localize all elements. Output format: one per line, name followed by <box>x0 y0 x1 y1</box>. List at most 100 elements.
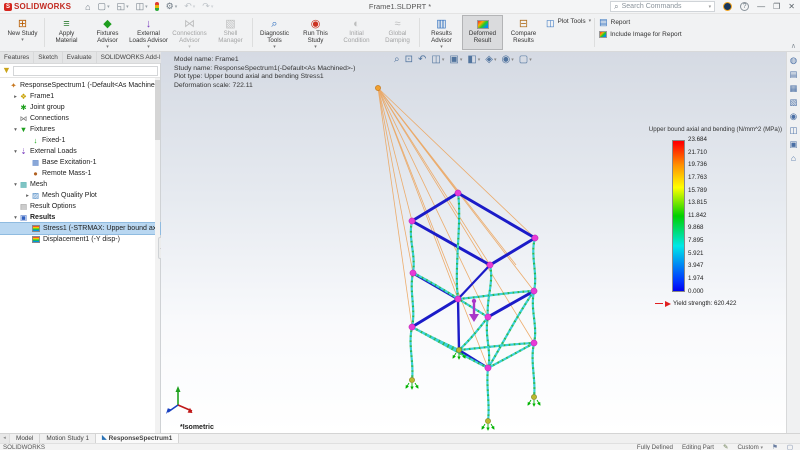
tree-item-mesh[interactable]: ▾▦Mesh <box>0 179 160 190</box>
open-icon[interactable]: ◱▾ <box>117 1 129 12</box>
tree-item-results[interactable]: ▾▣Results <box>0 212 160 223</box>
search-placeholder: Search Commands <box>622 3 706 10</box>
view-palette-icon[interactable]: ▧ <box>789 98 797 107</box>
legend-title: Upper bound axial and bending (N/mm^2 (M… <box>649 126 782 133</box>
run-this-study-button[interactable]: ◉ Run This Study ▾ <box>295 15 336 50</box>
sketch-state-icon: ✎ <box>723 443 728 450</box>
heads-up-view-toolbar: ⌕ ⊡ ↶ ◫▾ ▣▾ ◧▾ ◈▾ ◉▾ ▢▾ <box>394 54 532 65</box>
tree-item-frame1[interactable]: ▸❖Frame1 <box>0 91 160 102</box>
display-style-icon[interactable]: ◧▾ <box>467 54 480 65</box>
diagnostic-tools-button[interactable]: ⌕ Diagnostic Tools ▾ <box>254 15 295 50</box>
displacement-plot-icon <box>32 236 40 243</box>
apply-material-button[interactable]: ≡ Apply Material <box>46 15 87 50</box>
ribbon-collapse-chevron[interactable]: ∧ <box>791 42 796 50</box>
tree-item-fixed-1[interactable]: ↓Fixed-1 <box>0 135 160 146</box>
tree-item-fixtures[interactable]: ▾▼Fixtures <box>0 124 160 135</box>
save-icon[interactable]: ◫▾ <box>136 1 148 12</box>
remote-mass-icon: ● <box>31 169 40 178</box>
deformed-result-button[interactable]: Deformed Result <box>462 15 503 50</box>
undo-icon[interactable]: ↶▾ <box>184 1 195 12</box>
remote-mass-point <box>375 85 380 90</box>
tab-motion-study-1[interactable]: Motion Study 1 <box>40 434 96 443</box>
tree-item-stress1[interactable]: Stress1 (-STRMAX: Upper bound axial and … <box>0 223 160 234</box>
zoom-to-fit-icon[interactable]: ⌕ <box>394 54 400 65</box>
search-caret-icon[interactable]: ▾ <box>709 4 712 10</box>
tree-item-mesh-quality-plot[interactable]: ▸▨Mesh Quality Plot <box>0 190 160 201</box>
close-button[interactable]: ✕ <box>788 2 795 11</box>
view-settings-icon[interactable]: ▢▾ <box>519 54 532 65</box>
study-tab-icon: ◣ <box>102 434 107 443</box>
joint-group-icon: ✱ <box>19 103 28 112</box>
search-input[interactable]: ⌕ Search Commands ▾ <box>610 1 715 12</box>
display-state-icon[interactable]: ▢ <box>787 443 793 450</box>
stress-plot-icon <box>32 225 40 232</box>
tree-filter-input[interactable] <box>13 66 158 76</box>
legend-color-bar <box>672 140 685 292</box>
external-loads-icon: ⇣ <box>19 147 28 156</box>
units-selector[interactable]: Custom ▾ <box>737 444 763 450</box>
global-damping-button: ≈ Global Damping <box>377 15 418 50</box>
tree-item-result-options[interactable]: ▤Result Options <box>0 201 160 212</box>
report-button[interactable]: ▤ Report <box>599 17 682 28</box>
new-document-icon[interactable]: ▢▾ <box>98 1 110 12</box>
filter-funnel-icon[interactable]: ▼ <box>2 66 11 75</box>
edit-appearance-icon[interactable]: ◉▾ <box>502 54 514 65</box>
feature-manager-panel: Features Sketch Evaluate SOLIDWORKS Add-… <box>0 52 161 433</box>
custom-properties-icon[interactable]: ◫ <box>789 126 797 135</box>
rebuild-icon[interactable] <box>155 2 159 11</box>
tree-item-external-loads[interactable]: ▾⇣External Loads <box>0 146 160 157</box>
orientation-triad <box>163 382 199 418</box>
new-study-button[interactable]: ⊞ New Study ▾ <box>2 15 43 50</box>
tab-evaluate[interactable]: Evaluate <box>63 52 97 63</box>
fixtures-advisor-button[interactable]: ◆ Fixtures Advisor ▾ <box>87 15 128 50</box>
tree-item-displacement1[interactable]: Displacement1 (-Y disp-) <box>0 234 160 245</box>
file-explorer-icon[interactable]: ▦ <box>789 84 797 93</box>
solidworks-logo-icon: S <box>4 3 12 11</box>
tab-features[interactable]: Features <box>0 52 34 63</box>
previous-view-icon[interactable]: ↶ <box>418 54 426 65</box>
solidworks-resources-icon[interactable]: ◍ <box>790 56 797 65</box>
mesh-quality-plot-icon: ▨ <box>31 191 40 200</box>
graphics-viewport[interactable]: Model name: Frame1 Study name: ResponseS… <box>161 52 786 433</box>
restore-button[interactable]: ❐ <box>773 2 780 11</box>
initial-condition-button: ◐ Initial Condition <box>336 15 377 50</box>
tag-icon[interactable]: ⚑ <box>772 443 778 450</box>
connections-icon: ⋈ <box>19 114 28 123</box>
include-image-for-report-button[interactable]: Include Image for Report <box>599 31 682 38</box>
results-advisor-button[interactable]: ▥ Results Advisor ▾ <box>421 15 462 50</box>
tab-scroll-left-button[interactable]: ◂ <box>0 434 10 443</box>
appearances-icon[interactable]: ◉ <box>790 112 797 121</box>
tab-response-spectrum-1[interactable]: ◣ ResponseSpectrum1 <box>96 434 179 443</box>
minimize-button[interactable]: — <box>757 2 765 11</box>
redo-icon[interactable]: ↷▾ <box>202 1 213 12</box>
result-options-icon: ▤ <box>19 202 28 211</box>
tree-item-study-root[interactable]: ✦ResponseSpectrum1 (-Default<As Machined… <box>0 80 160 91</box>
compare-results-button[interactable]: ⊟ Compare Results <box>503 15 544 50</box>
hide-show-items-icon[interactable]: ◈▾ <box>485 54 496 65</box>
section-view-icon[interactable]: ◫▾ <box>431 54 444 65</box>
tree-item-remote-mass-1[interactable]: ●Remote Mass-1 <box>0 168 160 179</box>
options-icon[interactable]: ⚙▾ <box>166 1 178 12</box>
user-account-icon[interactable] <box>723 2 732 11</box>
tab-sketch[interactable]: Sketch <box>34 52 63 63</box>
tree-item-connections[interactable]: ⋈Connections <box>0 113 160 124</box>
external-loads-advisor-button[interactable]: ↓ External Loads Advisor ▾ <box>128 15 169 50</box>
plot-tools-caret-icon: ▾ <box>589 18 592 24</box>
home-icon[interactable]: ⌂ <box>791 154 796 163</box>
help-icon[interactable]: ? <box>740 2 749 11</box>
view-orientation-icon[interactable]: ▣▾ <box>449 54 462 65</box>
design-library-icon[interactable]: ▤ <box>789 70 797 79</box>
report-icon: ▤ <box>599 17 608 28</box>
zoom-to-area-icon[interactable]: ⊡ <box>405 54 413 65</box>
simulation-ribbon: ⊞ New Study ▾ ≡ Apply Material ◆ Fixture… <box>0 14 800 52</box>
tree-item-joint-group[interactable]: ✱Joint group <box>0 102 160 113</box>
plot-tools-button[interactable]: ◫ Plot Tools ▾ <box>544 15 593 50</box>
tab-model[interactable]: Model <box>10 434 40 443</box>
configuration-tab-bar: ◂ Model Motion Study 1 ◣ ResponseSpectru… <box>0 433 800 443</box>
view-orientation-label: *Isometric <box>180 424 214 431</box>
plot-annotation: Model name: Frame1 Study name: ResponseS… <box>174 56 355 90</box>
mesh-icon: ▦ <box>19 180 28 189</box>
forum-icon[interactable]: ▣ <box>789 140 797 149</box>
home-icon[interactable]: ⌂ <box>85 2 90 12</box>
tree-item-base-excitation-1[interactable]: ▦Base Excitation-1 <box>0 157 160 168</box>
